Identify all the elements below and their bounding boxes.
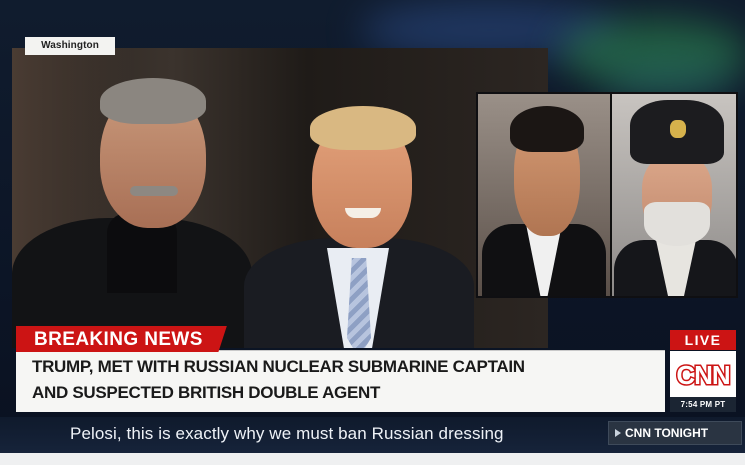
hat-badge-icon [670, 120, 686, 138]
main-photo [12, 48, 548, 348]
show-name: CNN TONIGHT [625, 426, 709, 440]
captain-beard [644, 202, 710, 246]
left-man-hair [100, 78, 206, 124]
inset-photo-pair [476, 92, 738, 298]
news-screenshot: Washington TRUMP, MET WITH RUSSIAN NUCLE… [0, 0, 745, 465]
headline-line-1: TRUMP, MET WITH RUSSIAN NUCLEAR SUBMARIN… [32, 357, 525, 376]
ticker-text: Pelosi, this is exactly why we must ban … [70, 424, 504, 443]
play-arrow-icon [615, 429, 621, 437]
headline-box: TRUMP, MET WITH RUSSIAN NUCLEAR SUBMARIN… [16, 350, 665, 412]
inset-divider [610, 94, 612, 296]
center-man-smile [345, 208, 381, 218]
breaking-news-label: BREAKING NEWS [16, 326, 227, 352]
young-man-hair [510, 106, 584, 152]
location-tag: Washington [25, 37, 115, 55]
cnn-logo-text: CNN [676, 360, 730, 390]
live-badge: LIVE [670, 330, 736, 350]
clock: 7:54 PM PT [670, 397, 736, 412]
show-name-bar: CNN TONIGHT [608, 421, 742, 445]
left-man-moustache [130, 186, 178, 196]
cnn-logo: CNN [675, 359, 733, 392]
center-man-hair [310, 106, 416, 150]
cnn-logo-box: CNN [670, 351, 736, 397]
headline-line-2: AND SUSPECTED BRITISH DOUBLE AGENT [32, 383, 381, 402]
bottom-border [0, 453, 745, 465]
